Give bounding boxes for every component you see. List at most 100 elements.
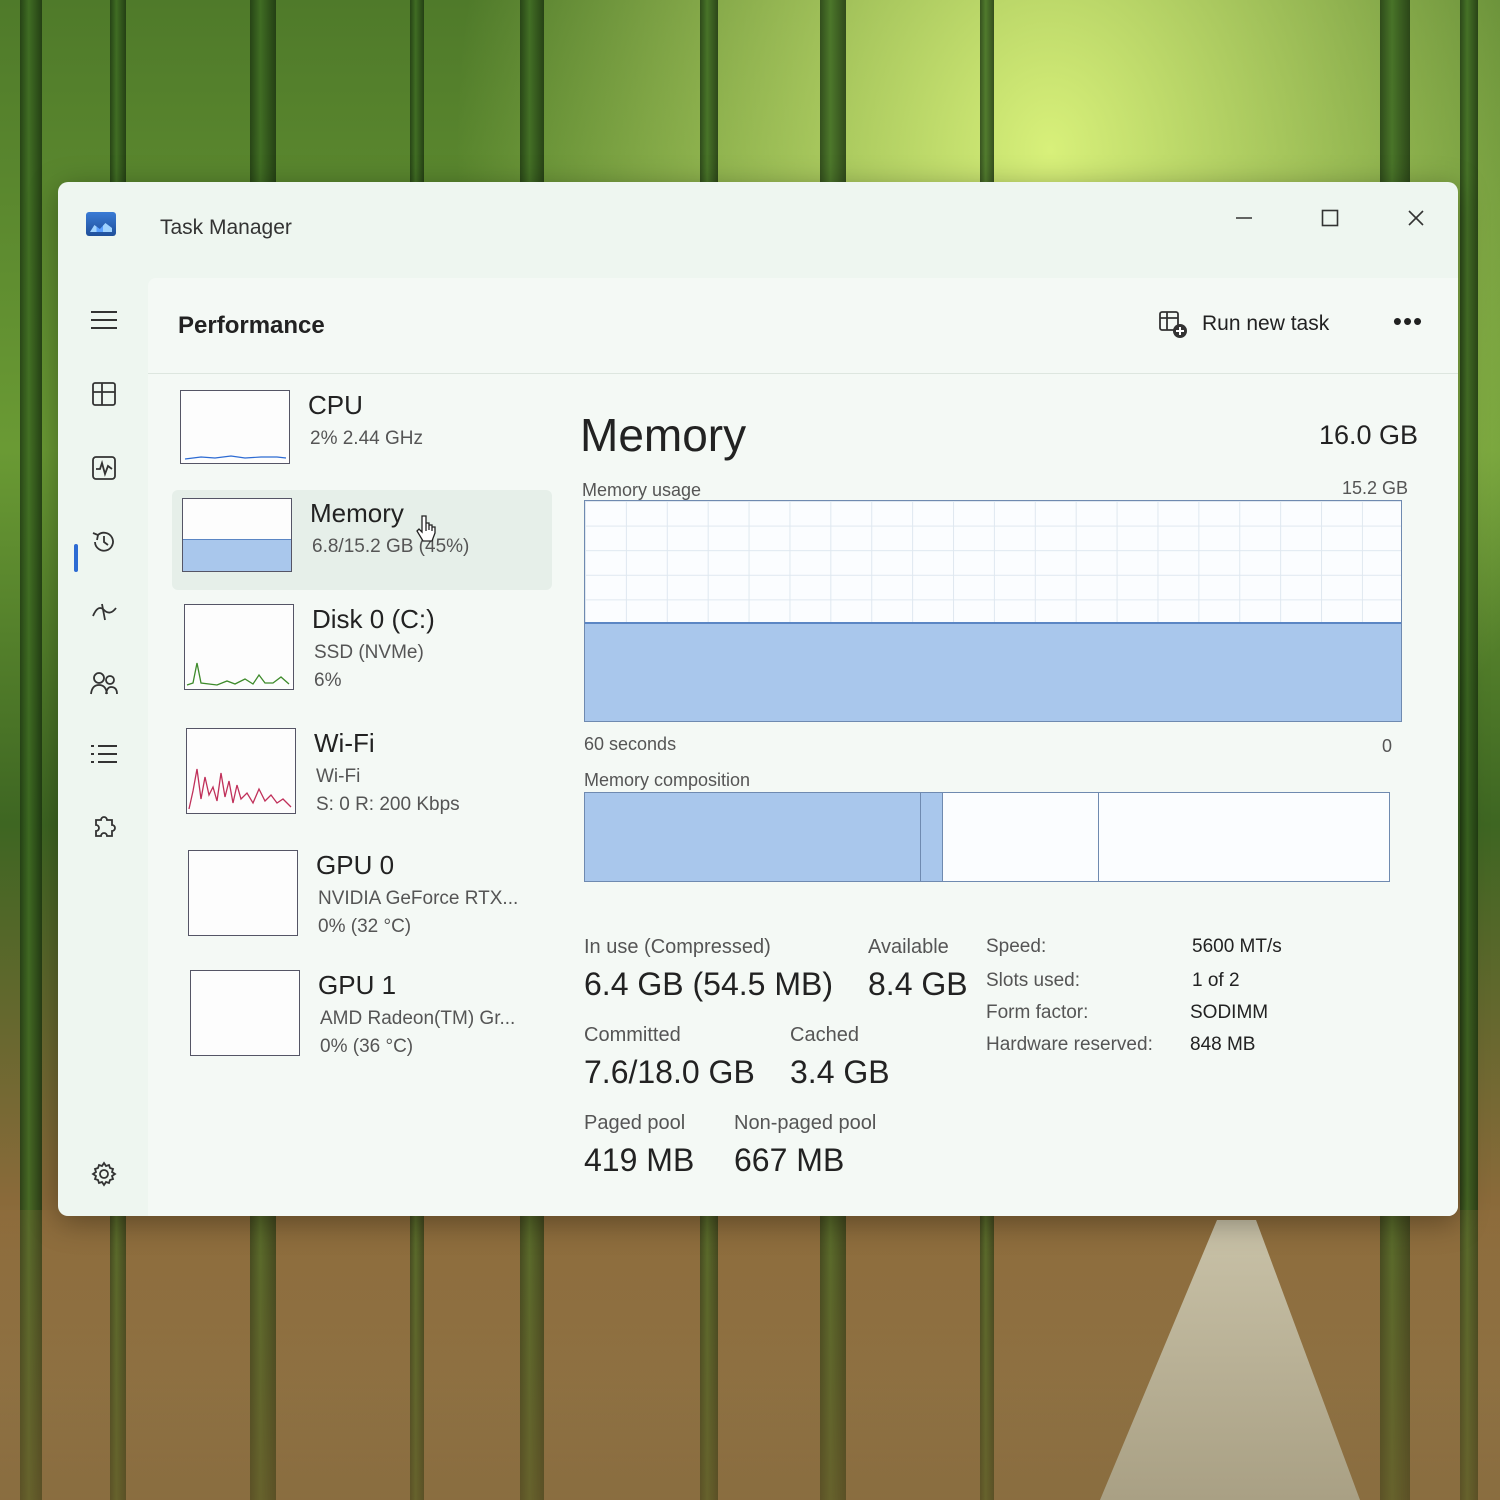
mouse-pointer-icon xyxy=(416,515,436,542)
available-value: 8.4 GB xyxy=(868,966,968,1002)
resource-item-wifi[interactable]: Wi-Fi Wi-Fi S: 0 R: 200 Kbps xyxy=(176,720,556,820)
cached-label: Cached xyxy=(790,1024,859,1046)
gear-icon xyxy=(91,1161,117,1187)
maximize-button[interactable] xyxy=(1300,196,1360,240)
resource-usage: 0% (36 °C) xyxy=(320,1036,414,1057)
resource-subtitle: Wi-Fi xyxy=(316,766,361,787)
resource-name: Disk 0 (C:) xyxy=(312,604,435,634)
form-factor-value: SODIMM xyxy=(1190,1002,1269,1023)
committed-label: Committed xyxy=(584,1024,681,1046)
startup-icon xyxy=(92,603,117,621)
minimize-icon xyxy=(1236,217,1252,219)
run-new-task-icon xyxy=(1159,311,1187,338)
form-factor-key: Form factor: xyxy=(986,1002,1089,1023)
details-list-icon xyxy=(91,745,117,763)
resource-name: Wi-Fi xyxy=(314,728,375,758)
page-header: Performance Run new task ••• xyxy=(148,278,1458,374)
memory-usage-max: 15.2 GB xyxy=(1341,478,1408,498)
memory-usage-graph xyxy=(584,500,1402,722)
graph-time-start-label: 60 seconds xyxy=(584,734,677,754)
nav-users[interactable] xyxy=(86,666,122,702)
services-puzzle-icon xyxy=(95,816,116,837)
nav-active-indicator xyxy=(74,544,78,572)
title-bar[interactable]: Task Manager xyxy=(58,182,1458,272)
detail-title: Memory xyxy=(580,409,747,461)
resource-name: GPU 1 xyxy=(318,970,397,1000)
memory-composition-bar xyxy=(584,792,1390,882)
run-new-task-button[interactable]: Run new task xyxy=(1158,306,1329,342)
resource-subtitle: 2% 2.44 GHz xyxy=(310,428,423,449)
nav-performance[interactable] xyxy=(86,450,122,486)
resource-item-gpu-1[interactable]: GPU 1 AMD Radeon(TM) Gr... 0% (36 °C) xyxy=(180,962,560,1062)
nav-settings[interactable] xyxy=(86,1156,122,1192)
graph-time-end-label: 0 xyxy=(1381,736,1392,756)
users-icon xyxy=(90,672,118,695)
in-use-label: In use (Compressed) xyxy=(584,936,771,958)
non-paged-pool-value: 667 MB xyxy=(734,1142,845,1178)
hamburger-icon xyxy=(91,311,117,329)
speed-value: 5600 MT/s xyxy=(1192,936,1282,957)
wifi-thumbnail-graph xyxy=(186,728,296,814)
hamburger-menu-button[interactable] xyxy=(86,302,122,338)
resource-subtitle: AMD Radeon(TM) Gr... xyxy=(320,1008,516,1029)
hardware-reserved-key: Hardware reserved: xyxy=(986,1034,1153,1055)
run-new-task-label: Run new task xyxy=(1202,312,1330,335)
composition-modified-segment[interactable] xyxy=(921,793,943,881)
gpu-0-thumbnail-graph xyxy=(188,850,298,936)
cpu-thumbnail-graph xyxy=(180,390,290,464)
non-paged-pool-label: Non-paged pool xyxy=(734,1112,877,1134)
nav-app-history[interactable] xyxy=(86,524,122,560)
resource-item-cpu[interactable]: CPU 2% 2.44 GHz xyxy=(170,382,550,482)
close-button[interactable] xyxy=(1386,196,1446,240)
memory-usage-area xyxy=(585,622,1401,721)
more-options-button[interactable]: ••• xyxy=(1388,306,1428,342)
resource-usage: S: 0 R: 200 Kbps xyxy=(316,794,460,815)
memory-usage-label: Memory usage xyxy=(582,480,702,500)
resource-name: CPU xyxy=(308,390,363,420)
memory-composition-label: Memory composition xyxy=(584,770,751,790)
resource-subtitle: 6.8/15.2 GB (45%) xyxy=(312,536,470,557)
speed-key: Speed: xyxy=(986,936,1047,957)
in-use-value: 6.4 GB (54.5 MB) xyxy=(584,966,833,1002)
disk-thumbnail-graph xyxy=(184,604,294,690)
nav-processes[interactable] xyxy=(86,376,122,412)
history-icon xyxy=(92,531,114,552)
nav-details[interactable] xyxy=(86,736,122,772)
resource-name: GPU 0 xyxy=(316,850,395,880)
task-manager-app-icon xyxy=(86,212,116,236)
slots-used-key: Slots used: xyxy=(986,970,1080,991)
resource-usage: 0% (32 °C) xyxy=(318,916,412,937)
close-icon xyxy=(1408,210,1424,226)
navigation-rail xyxy=(58,272,148,1216)
memory-thumbnail-graph xyxy=(182,498,292,572)
gpu-1-thumbnail-graph xyxy=(190,970,300,1056)
resource-subtitle: SSD (NVMe) xyxy=(314,642,424,663)
resource-item-gpu-0[interactable]: GPU 0 NVIDIA GeForce RTX... 0% (32 °C) xyxy=(178,842,558,942)
nav-services[interactable] xyxy=(86,808,122,844)
window-title: Task Manager xyxy=(160,216,292,239)
cached-value: 3.4 GB xyxy=(790,1054,890,1090)
slots-used-value: 1 of 2 xyxy=(1192,970,1240,991)
committed-value: 7.6/18.0 GB xyxy=(584,1054,755,1090)
performance-icon xyxy=(92,456,116,480)
composition-in-use-segment[interactable] xyxy=(585,793,921,881)
performance-page: Performance Run new task ••• CPU 2% 2.44… xyxy=(148,278,1458,1216)
hardware-reserved-value: 848 MB xyxy=(1190,1034,1256,1055)
composition-standby-segment[interactable] xyxy=(943,793,1099,881)
nav-startup-apps[interactable] xyxy=(86,594,122,630)
resource-item-disk-0[interactable]: Disk 0 (C:) SSD (NVMe) 6% xyxy=(174,596,554,696)
available-label: Available xyxy=(868,936,949,958)
task-manager-window: Task Manager Performance Run new task ••… xyxy=(58,182,1458,1216)
paged-pool-value: 419 MB xyxy=(584,1142,695,1178)
resource-usage: 6% xyxy=(314,670,342,691)
memory-total: 16.0 GB xyxy=(1318,420,1418,450)
resource-name: Memory xyxy=(310,498,404,528)
minimize-button[interactable] xyxy=(1214,196,1274,240)
resource-subtitle: NVIDIA GeForce RTX... xyxy=(318,888,519,909)
processes-icon xyxy=(92,382,116,406)
memory-detail-panel: Memory 16.0 GB Memory usage 15.2 GB 60 s… xyxy=(578,374,1438,1204)
resource-item-memory[interactable]: Memory 6.8/15.2 GB (45%) xyxy=(172,490,552,590)
maximize-icon xyxy=(1321,209,1339,227)
paged-pool-label: Paged pool xyxy=(584,1112,686,1134)
composition-free-segment[interactable] xyxy=(1099,793,1389,881)
